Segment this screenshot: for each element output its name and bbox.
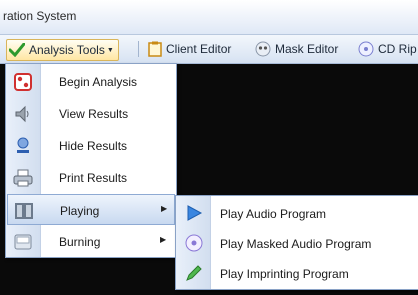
mask-editor-button[interactable]: Mask Editor (255, 39, 338, 59)
menu-item-burning[interactable]: Burning ▶ (7, 226, 175, 257)
mask-editor-icon (255, 41, 271, 57)
menu-item-label: Burning (59, 235, 101, 249)
menu-item-label: Play Masked Audio Program (220, 237, 372, 251)
menu-item-view-results[interactable]: View Results (7, 98, 175, 129)
masked-disc-icon (185, 234, 203, 252)
menu-item-label: Begin Analysis (59, 75, 138, 89)
play-icon (187, 205, 203, 221)
submenu-arrow-icon: ▶ (160, 235, 167, 244)
checkmark-icon (9, 43, 25, 57)
menu-item-label: Playing (60, 204, 100, 218)
menu-item-label: Play Imprinting Program (220, 267, 349, 281)
title-bar: ration System (0, 0, 418, 35)
playing-icon (15, 203, 33, 219)
dropdown-arrow-icon: ▼ (106, 46, 114, 54)
burning-icon (14, 234, 32, 250)
toolbar: Analysis Tools ▼ Client Editor Mask Edit… (0, 35, 418, 64)
analysis-tools-menu: Begin Analysis View Results Hide Results… (5, 63, 177, 258)
submenu-arrow-icon: ▶ (161, 204, 168, 213)
printer-icon (13, 169, 33, 187)
menu-item-play-masked-audio-program[interactable]: Play Masked Audio Program (177, 228, 418, 258)
cd-rip-button[interactable]: CD Rip (358, 39, 417, 59)
client-editor-button[interactable]: Client Editor (148, 39, 231, 59)
menu-item-label: Play Audio Program (220, 207, 327, 221)
menu-item-label: View Results (59, 107, 129, 121)
client-editor-icon (148, 41, 162, 57)
toolbar-separator (138, 41, 139, 57)
menu-item-label: Hide Results (59, 139, 128, 153)
hide-results-icon (17, 137, 29, 153)
menu-item-label: Print Results (59, 171, 128, 185)
mask-editor-label: Mask Editor (275, 42, 339, 56)
menu-item-print-results[interactable]: Print Results (7, 162, 175, 193)
window-title: ration System (3, 9, 77, 23)
menu-item-play-audio-program[interactable]: Play Audio Program (177, 198, 418, 228)
analysis-tools-button[interactable]: Analysis Tools ▼ (6, 39, 119, 61)
client-editor-label: Client Editor (166, 42, 232, 56)
menu-item-playing[interactable]: Playing ▶ (7, 194, 175, 225)
menu-item-play-imprinting-program[interactable]: Play Imprinting Program (177, 258, 418, 288)
menu-item-hide-results[interactable]: Hide Results (7, 130, 175, 161)
cd-rip-label: CD Rip (378, 42, 417, 56)
speaker-icon (15, 105, 29, 123)
analysis-tools-label: Analysis Tools (29, 43, 105, 57)
begin-analysis-icon (14, 73, 32, 91)
playing-submenu: Play Audio Program Play Masked Audio Pro… (175, 195, 418, 290)
pen-icon (186, 265, 202, 281)
menu-item-begin-analysis[interactable]: Begin Analysis (7, 66, 175, 97)
cd-icon (358, 41, 374, 57)
